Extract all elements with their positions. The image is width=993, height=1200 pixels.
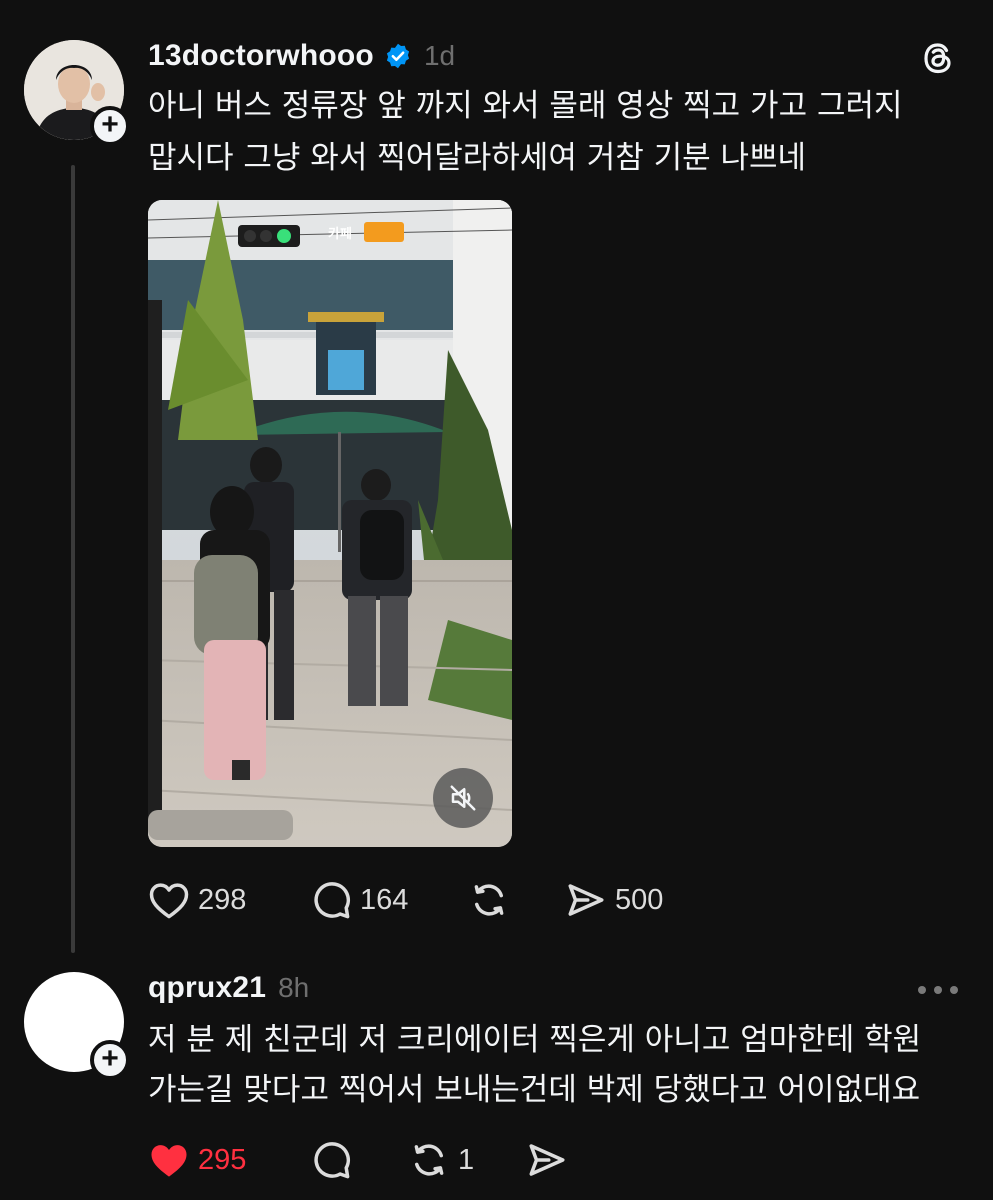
follow-button[interactable]: + xyxy=(90,106,130,146)
plus-icon: + xyxy=(101,108,119,141)
reply-text-line-1: 저 분 제 친군데 저 크리에이터 찍은게 아니고 엄마한테 학원 xyxy=(148,1022,922,1058)
reply-timestamp: 8h xyxy=(278,972,310,1003)
reply-share-button[interactable] xyxy=(526,1138,568,1182)
share-icon xyxy=(568,884,604,916)
share-button[interactable]: 500 xyxy=(565,878,663,922)
thread-connector-line xyxy=(71,165,75,953)
verified-badge-icon xyxy=(384,42,412,70)
comment-count: 164 xyxy=(360,883,409,916)
post-header: 13doctorwhooo 1d xyxy=(148,36,455,76)
comment-icon xyxy=(314,882,350,919)
reply-text-line-2: 가는길 맞다고 찍어서 보내는건데 박제 당했다고 어이없대요 xyxy=(148,1072,921,1108)
reply-repost-button[interactable]: 1 xyxy=(408,1138,474,1182)
cafe-sign-text: 카페 xyxy=(328,227,352,242)
repost-icon xyxy=(414,1144,444,1176)
heart-icon xyxy=(151,1145,187,1177)
more-icon[interactable] xyxy=(918,985,958,995)
like-button[interactable]: 298 xyxy=(148,878,246,922)
share-icon xyxy=(529,1144,565,1176)
post-text-line-2: 맙시다 그냥 와서 찍어달라하세여 거참 기분 나쁘네 xyxy=(148,140,807,176)
threads-logo-icon[interactable] xyxy=(918,38,958,78)
comment-button[interactable]: 164 xyxy=(310,878,408,922)
post-text-line-1: 아니 버스 정류장 앞 까지 와서 몰래 영상 찍고 가고 그러지 xyxy=(148,88,903,124)
reply-follow-button[interactable]: + xyxy=(90,1040,130,1080)
video-frame: 카페 xyxy=(148,200,512,847)
like-count: 298 xyxy=(198,883,247,916)
reply-username[interactable]: qprux21 xyxy=(148,971,266,1005)
reply-like-button[interactable]: 295 xyxy=(148,1138,246,1182)
reply-header: qprux21 8h xyxy=(148,968,309,1008)
plus-icon: + xyxy=(101,1042,119,1075)
reply-like-count: 295 xyxy=(198,1143,247,1176)
reply-comment-button[interactable] xyxy=(310,1138,352,1182)
comment-icon xyxy=(314,1142,350,1179)
repost-icon xyxy=(474,884,504,916)
reply-repost-count: 1 xyxy=(458,1143,475,1176)
mute-icon xyxy=(450,785,476,811)
post-username[interactable]: 13doctorwhooo xyxy=(148,39,374,73)
repost-button[interactable] xyxy=(468,878,510,922)
share-count: 500 xyxy=(615,883,664,916)
post-video[interactable]: 카페 xyxy=(148,200,512,847)
mute-button[interactable] xyxy=(433,768,493,828)
post-timestamp: 1d xyxy=(423,40,456,71)
heart-icon xyxy=(149,883,189,919)
